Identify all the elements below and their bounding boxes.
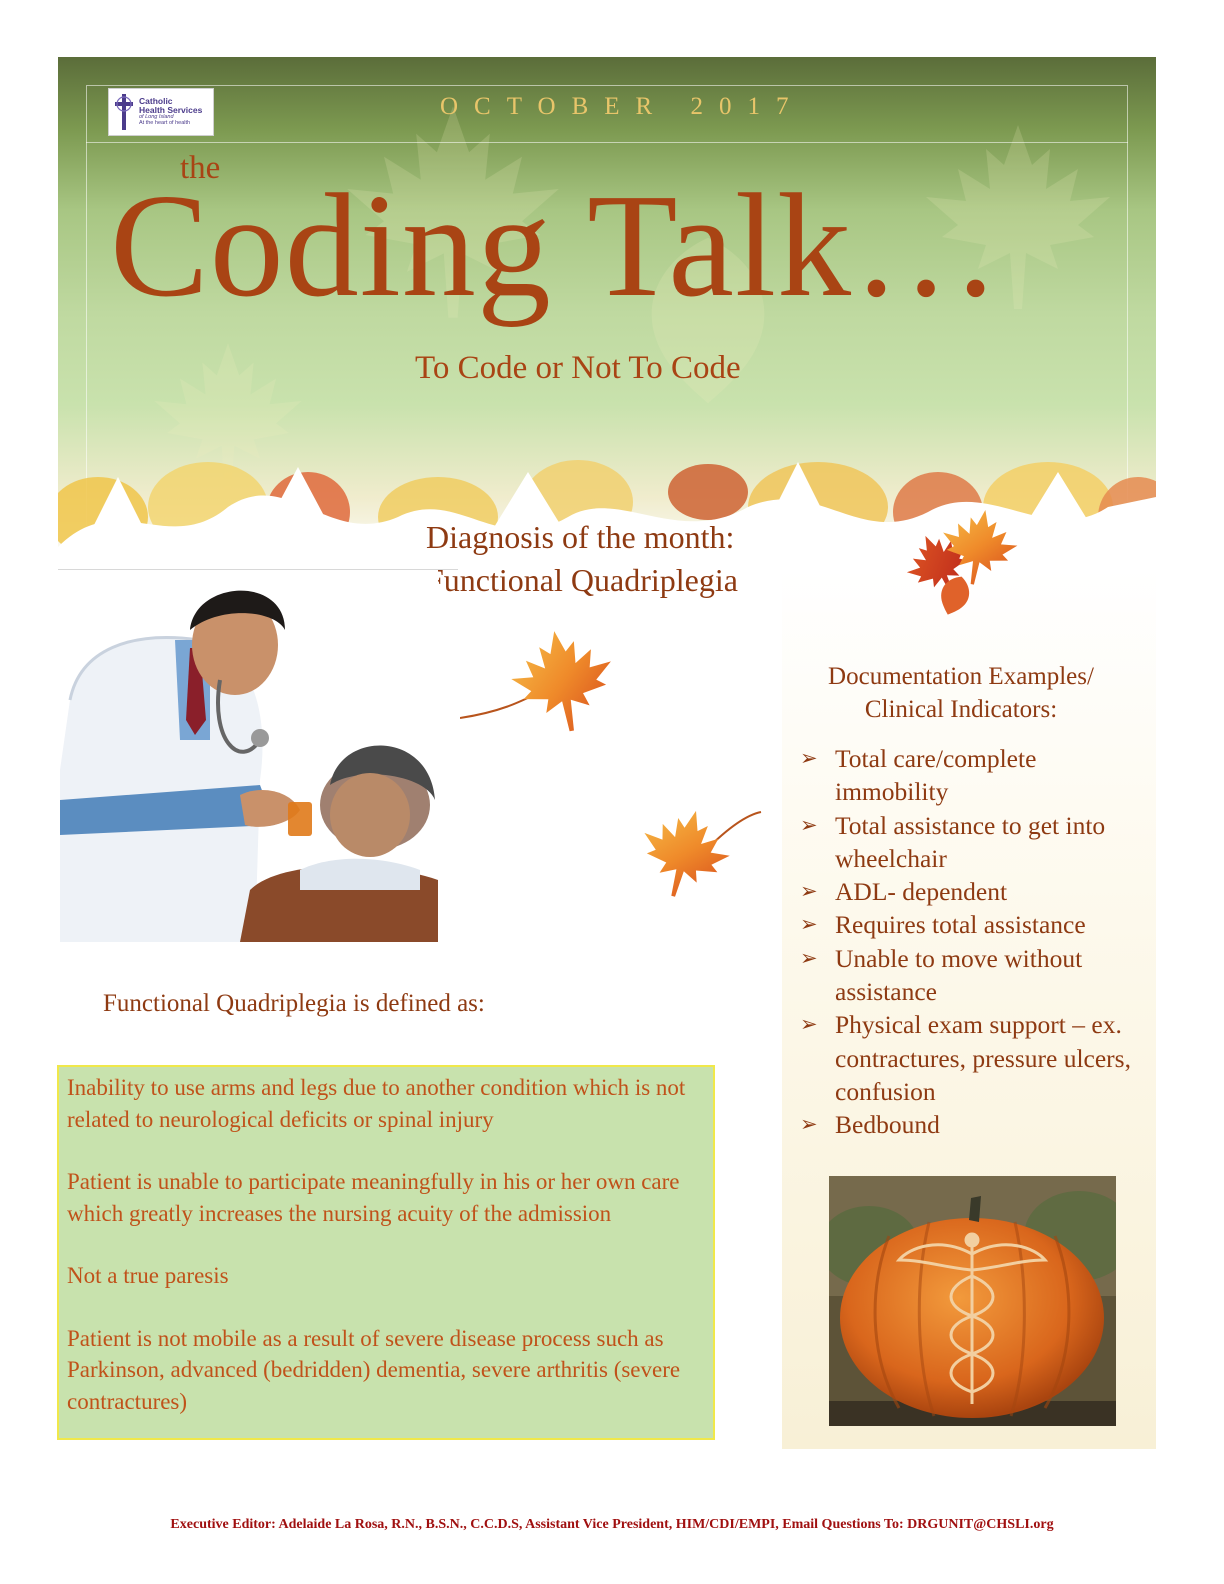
list-item: ➢ ADL- dependent	[800, 875, 1150, 908]
arrowhead-bullet-icon: ➢	[800, 1112, 818, 1137]
doctor-patient-photo	[60, 570, 438, 942]
list-item: ➢ Requires total assistance	[800, 908, 1150, 941]
arrowhead-bullet-icon: ➢	[800, 746, 818, 770]
documentation-heading: Documentation Examples/ Clinical Indicat…	[786, 660, 1136, 726]
clinical-indicators-list: ➢ Total care/complete immobility ➢ Total a…	[800, 742, 1150, 1142]
list-item-text: Unable to move without assistance	[835, 943, 1083, 1007]
definition-paragraph: Patient is unable to participate meaning…	[67, 1169, 680, 1226]
definition-paragraph: Patient is not mobile as a result of sev…	[67, 1325, 681, 1414]
organization-logo: Catholic Health Services of Long Island …	[108, 88, 214, 136]
list-item: ➢ Bedbound	[800, 1108, 1150, 1141]
list-item: ➢ Physical exam support – ex. contracture…	[800, 1008, 1150, 1108]
list-item-text: Bedbound	[835, 1110, 940, 1140]
definition-box: Inability to use arms and legs due to an…	[57, 1065, 715, 1440]
maple-leaf-icon	[460, 622, 622, 740]
definition-paragraph: Inability to use arms and legs due to an…	[67, 1075, 686, 1132]
list-item: ➢ Total care/complete immobility	[800, 742, 1150, 809]
maple-leaf-icon	[636, 800, 762, 908]
arrowhead-bullet-icon: ➢	[800, 812, 818, 837]
documentation-heading-line-1: Documentation Examples/	[828, 663, 1094, 690]
diagnosis-name: Functional Quadriplegia	[426, 562, 738, 598]
arrowhead-bullet-icon: ➢	[800, 879, 818, 904]
newsletter-title: Coding Talk…	[110, 164, 1002, 328]
list-item-text: Requires total assistance	[835, 910, 1086, 940]
arrowhead-bullet-icon: ➢	[800, 1012, 818, 1037]
maple-leaf-cluster-icon	[898, 503, 1023, 620]
cross-logo-icon	[115, 94, 133, 130]
footer-credits: Executive Editor: Adelaide La Rosa, R.N.…	[170, 1517, 1054, 1532]
diagnosis-label: Diagnosis of the month:	[426, 519, 735, 555]
list-item: ➢ Total assistance to get into wheelchair	[800, 809, 1150, 876]
documentation-heading-line-2: Clinical Indicators:	[864, 696, 1058, 723]
newsletter-subtitle: To Code or Not To Code	[415, 350, 741, 386]
logo-line-4: At the heart of health	[139, 119, 191, 126]
issue-date: OCTOBER 2017	[440, 93, 805, 120]
list-item-text: ADL- dependent	[835, 877, 1008, 907]
arrowhead-bullet-icon: ➢	[800, 945, 818, 970]
list-item-text: Total assistance to get into wheelchair	[835, 810, 1106, 873]
list-item: ➢ Unable to move without assistance	[800, 942, 1150, 1009]
definition-paragraph: Not a true paresis	[67, 1263, 229, 1288]
banner-frame-rule	[86, 142, 1128, 143]
list-item-text: Physical exam support – ex. contractures…	[835, 1010, 1131, 1106]
definition-heading: Functional Quadriplegia is defined as:	[103, 990, 485, 1017]
pumpkin-caduceus-photo	[829, 1176, 1116, 1426]
list-item-text: Total care/complete immobility	[835, 744, 1037, 807]
arrowhead-bullet-icon: ➢	[800, 912, 818, 937]
diagnosis-of-month: Diagnosis of the month: Functional Quadr…	[426, 516, 738, 602]
